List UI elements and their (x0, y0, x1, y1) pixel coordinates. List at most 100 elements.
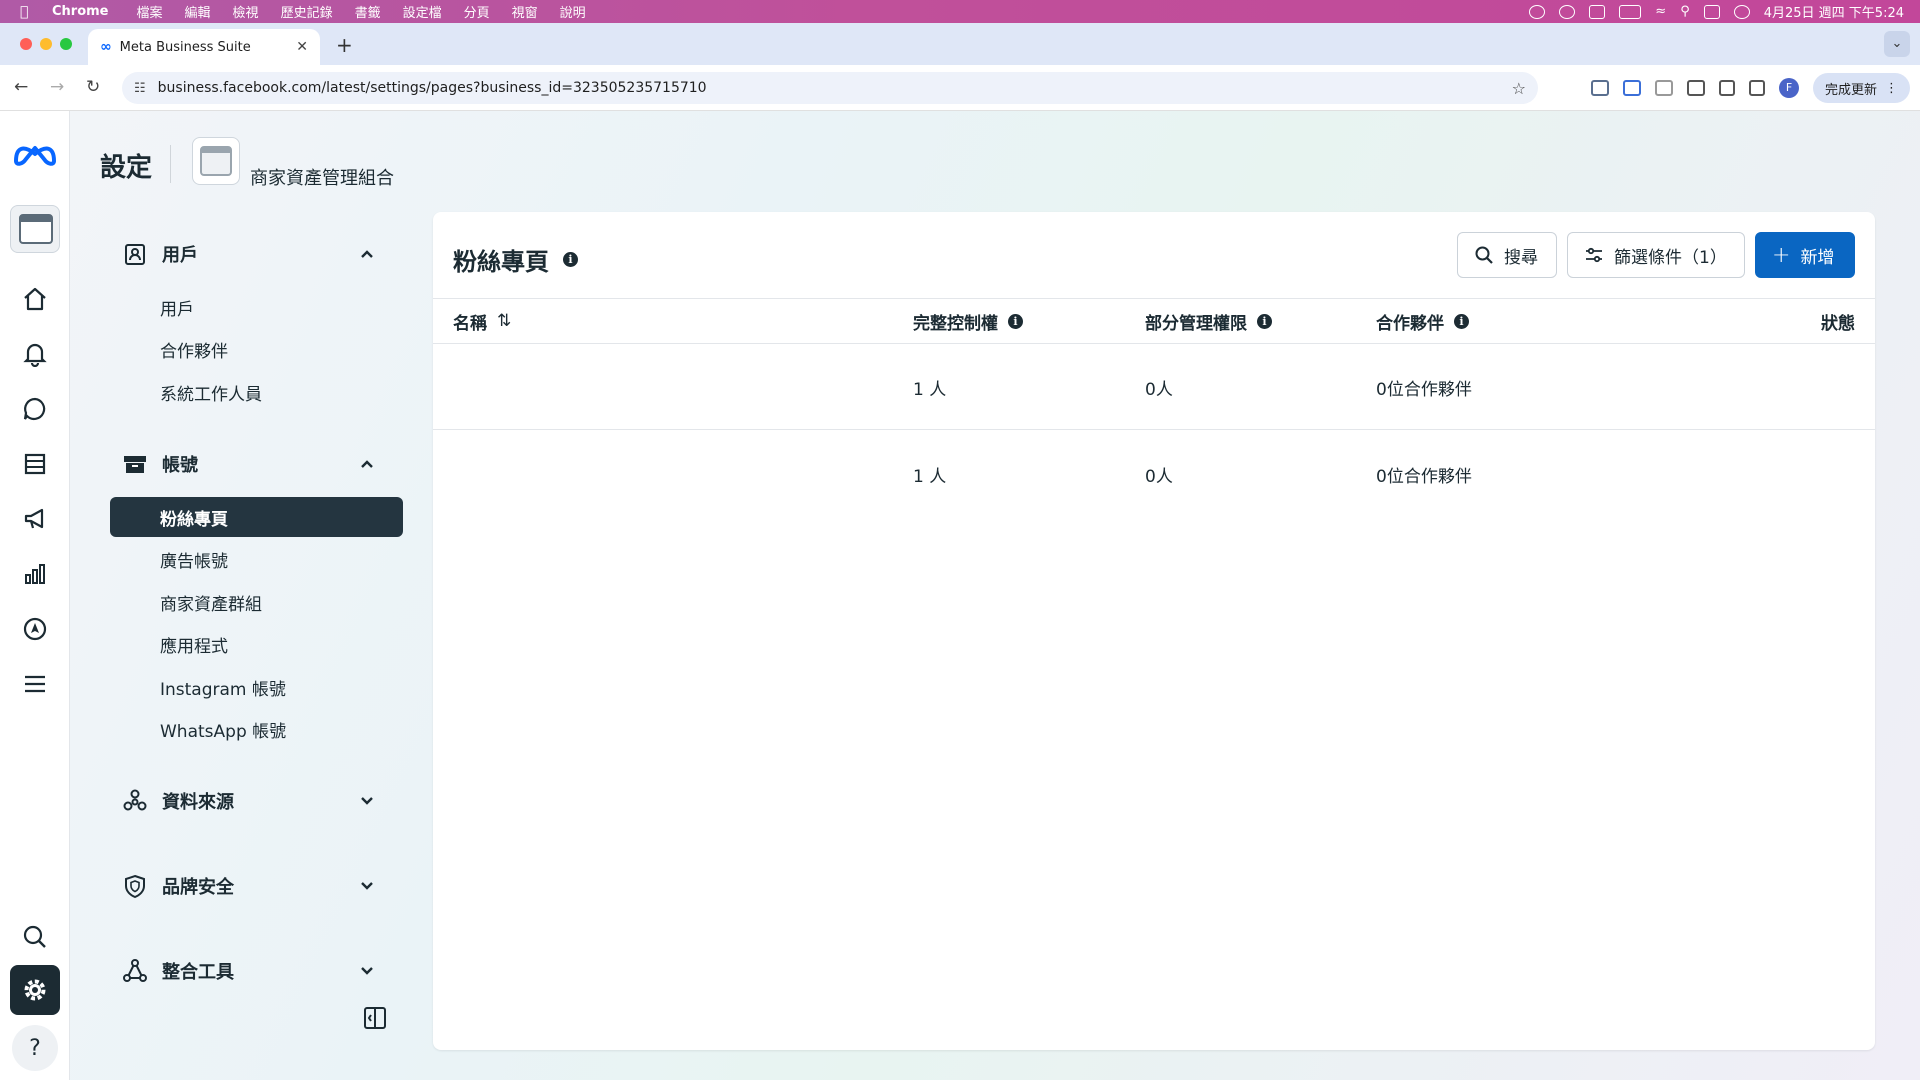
column-partial-access-label: 部分管理權限 (1145, 313, 1247, 334)
extension-icon[interactable] (1590, 80, 1609, 96)
browser-toolbar: ← → ↻ ☷ business.facebook.com/latest/set… (0, 65, 1920, 111)
apple-icon[interactable]:  (20, 4, 36, 20)
business-portfolio-name[interactable]: 商家資產管理組合 (250, 164, 394, 190)
siri-icon[interactable] (1733, 4, 1750, 19)
close-tab-icon[interactable]: ✕ (296, 39, 308, 55)
translate-extension-icon[interactable] (1622, 80, 1641, 96)
all-tools-menu-icon[interactable] (15, 664, 55, 704)
new-tab-icon[interactable]: + (336, 33, 353, 57)
home-icon[interactable] (15, 279, 55, 319)
nav-item-pages[interactable]: 粉絲專頁 (110, 497, 403, 537)
sort-arrows-icon[interactable]: ⇅ (497, 311, 511, 331)
row-partners-cell: 0位合作夥伴 (1376, 379, 1472, 400)
nav-item-apps[interactable]: 應用程式 (110, 624, 403, 664)
nav-item-users[interactable]: 用戶 (110, 287, 403, 327)
planner-compass-icon[interactable] (15, 609, 55, 649)
meta-logo-icon[interactable] (12, 141, 58, 167)
chevron-down-icon[interactable] (357, 791, 377, 811)
nav-item-system-users[interactable]: 系統工作人員 (110, 372, 403, 412)
side-panel-icon[interactable] (1748, 80, 1765, 96)
business-portfolio-avatar[interactable] (192, 137, 240, 185)
table-row[interactable]: 1 人 0人 0位合作夥伴 (433, 344, 1875, 430)
row-full-control-cell: 1 人 (913, 466, 947, 487)
filter-button[interactable]: 篩選條件（1） (1567, 232, 1745, 278)
minimize-window-button[interactable] (40, 38, 52, 50)
control-center-icon[interactable] (1703, 4, 1720, 19)
nav-item-partners[interactable]: 合作夥伴 (110, 329, 403, 369)
data-sources-icon (122, 788, 148, 814)
page-title: 設定 (100, 153, 153, 183)
menu-app-name[interactable]: Chrome (52, 4, 109, 19)
back-icon[interactable]: ← (14, 77, 28, 97)
browser-tab[interactable]: ∞ Meta Business Suite ✕ (88, 29, 320, 65)
menu-bookmarks[interactable]: 書籤 (355, 2, 381, 21)
header-divider (170, 145, 171, 183)
menu-history[interactable]: 歷史記錄 (281, 2, 333, 21)
column-name-header[interactable]: 名稱 ⇅ (453, 299, 511, 343)
content-posts-icon[interactable] (15, 444, 55, 484)
menu-help[interactable]: 說明 (560, 2, 586, 21)
add-button[interactable]: + 新增 (1755, 232, 1855, 278)
chevron-up-icon[interactable] (357, 454, 377, 474)
nav-section-brand-safety[interactable]: 品牌安全 (110, 866, 405, 906)
close-window-button[interactable] (20, 38, 32, 50)
url-text[interactable]: business.facebook.com/latest/settings/pa… (158, 80, 1512, 96)
nav-item-business-asset-groups[interactable]: 商家資產群組 (110, 582, 403, 622)
toolbar-actions: F 完成更新 ⋮ (1590, 65, 1920, 111)
menu-file[interactable]: 檔案 (137, 2, 163, 21)
menu-tab[interactable]: 分頁 (464, 2, 490, 21)
nav-item-whatsapp-accounts[interactable]: WhatsApp 帳號 (110, 709, 403, 749)
nav-section-users-label: 用戶 (162, 245, 198, 266)
site-info-icon[interactable]: ☷ (134, 81, 146, 96)
nav-section-accounts[interactable]: 帳號 (110, 444, 405, 484)
ads-megaphone-icon[interactable] (15, 499, 55, 539)
reading-list-icon[interactable] (1718, 80, 1735, 96)
line-icon[interactable] (1529, 4, 1546, 19)
menubar-datetime[interactable]: 4月25日 週四 下午5:24 (1764, 2, 1904, 21)
nav-item-instagram-accounts[interactable]: Instagram 帳號 (110, 667, 403, 707)
info-icon[interactable]: i (1257, 313, 1272, 329)
info-icon[interactable]: i (563, 252, 578, 267)
profile-avatar[interactable]: F (1778, 78, 1799, 98)
nav-section-accounts-label: 帳號 (162, 455, 198, 476)
app-menus: Chrome 檔案 編輯 檢視 歷史記錄 書籤 設定檔 分頁 視窗 說明 (52, 2, 608, 21)
menu-profiles[interactable]: 設定檔 (403, 2, 442, 21)
nav-section-data-sources[interactable]: 資料來源 (110, 781, 405, 821)
tab-search-icon[interactable]: ⌄ (1884, 31, 1910, 57)
zoom-window-button[interactable] (60, 38, 72, 50)
info-icon[interactable]: i (1008, 313, 1023, 329)
forward-icon[interactable]: → (50, 77, 64, 97)
table-row[interactable]: 1 人 0人 0位合作夥伴 (433, 431, 1875, 517)
help-icon[interactable]: ? (12, 1025, 58, 1071)
calendar-icon[interactable] (1589, 4, 1606, 19)
play-icon[interactable] (1559, 4, 1576, 19)
address-bar[interactable]: ☷ business.facebook.com/latest/settings/… (122, 72, 1538, 104)
extensions-puzzle-icon[interactable] (1686, 80, 1705, 96)
search-icon[interactable] (15, 917, 55, 957)
chevron-down-icon[interactable] (357, 876, 377, 896)
menu-edit[interactable]: 編輯 (185, 2, 211, 21)
row-full-control-cell: 1 人 (913, 379, 947, 400)
business-portfolio-icon[interactable] (10, 205, 60, 253)
reload-icon[interactable]: ↻ (86, 77, 100, 97)
info-icon[interactable]: i (1454, 313, 1469, 329)
wifi-icon[interactable]: ≈ (1655, 4, 1666, 19)
update-chrome-button[interactable]: 完成更新 ⋮ (1812, 73, 1910, 103)
nav-section-integrations[interactable]: 整合工具 (110, 951, 405, 991)
chevron-down-icon[interactable] (357, 961, 377, 981)
insights-chart-icon[interactable] (15, 554, 55, 594)
collapse-sidebar-icon[interactable] (362, 1005, 388, 1031)
battery-icon[interactable] (1619, 4, 1642, 19)
settings-gear-icon[interactable] (10, 965, 60, 1015)
bookmark-star-icon[interactable]: ☆ (1512, 79, 1526, 98)
code-extension-icon[interactable] (1654, 80, 1673, 96)
chevron-up-icon[interactable] (357, 244, 377, 264)
nav-section-users[interactable]: 用戶 (110, 234, 405, 274)
search-button[interactable]: 搜尋 (1457, 232, 1557, 278)
nav-item-ad-accounts[interactable]: 廣告帳號 (110, 539, 403, 579)
spotlight-search-icon[interactable]: ⚲ (1680, 4, 1690, 19)
notifications-bell-icon[interactable] (15, 334, 55, 374)
menu-window[interactable]: 視窗 (512, 2, 538, 21)
inbox-chat-icon[interactable] (15, 389, 55, 429)
menu-view[interactable]: 檢視 (233, 2, 259, 21)
